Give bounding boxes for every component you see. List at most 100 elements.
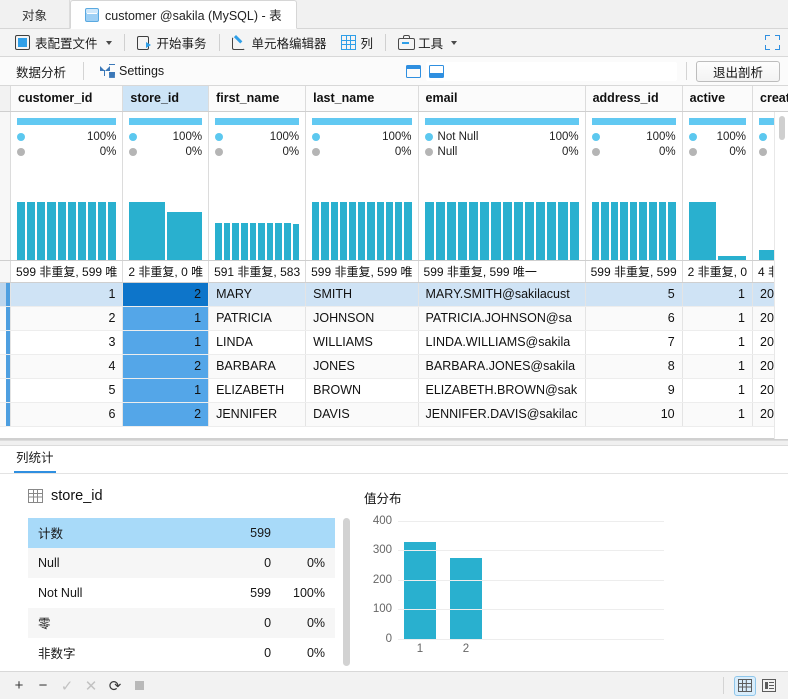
panel-top-icon[interactable] (403, 62, 424, 81)
cell-address_id[interactable]: 9 (585, 378, 683, 403)
tab-customer-table[interactable]: customer @sakila (MySQL) - 表 (70, 0, 297, 29)
panel-bottom-icon[interactable] (426, 61, 677, 81)
add-record-button[interactable]: + (8, 676, 30, 696)
column-header-email[interactable]: email (418, 86, 586, 112)
stop-button[interactable] (128, 676, 150, 696)
cell-address_id[interactable]: 5 (585, 282, 683, 307)
cell-customer_id[interactable]: 2 (10, 306, 124, 331)
table-row[interactable]: 12MARYSMITHMARY.SMITH@sakilacust512005-0… (0, 282, 788, 307)
cell-store_id[interactable]: 1 (122, 306, 210, 331)
cell-address_id[interactable]: 7 (585, 330, 683, 355)
row-selector[interactable] (0, 402, 11, 427)
cell-email[interactable]: LINDA.WILLIAMS@sakila (418, 330, 586, 355)
statistics-row[interactable]: Not Null 599 100% (28, 578, 335, 608)
statistics-row[interactable]: 零 0 0% (28, 607, 336, 638)
table-row[interactable]: 31LINDAWILLIAMSLINDA.WILLIAMS@sakila7120… (0, 330, 788, 355)
cell-email[interactable]: MARY.SMITH@sakilacust (418, 282, 586, 307)
cell-active[interactable]: 1 (682, 306, 754, 331)
column-header-first_name[interactable]: first_name (208, 86, 307, 112)
column-header-create_da[interactable]: create_da (752, 86, 788, 112)
statistics-scrollbar[interactable] (343, 517, 351, 668)
row-selector[interactable] (0, 306, 11, 331)
table-profile-button[interactable]: 表配置文件 (8, 32, 119, 54)
exit-profile-button[interactable]: 退出剖析 (696, 60, 781, 82)
apply-change-button[interactable]: ✓ (56, 676, 78, 696)
cell-address_id[interactable]: 8 (585, 354, 683, 379)
cell-store_id[interactable]: 2 (122, 402, 210, 427)
cell-first_name[interactable]: JENNIFER (208, 402, 307, 427)
cell-last_name[interactable]: JOHNSON (305, 306, 419, 331)
cell-store_id[interactable]: 1 (122, 378, 210, 403)
statistics-row[interactable]: 非数字 0 0% (28, 638, 335, 668)
chevron-down-icon[interactable] (105, 40, 112, 45)
statistics-label: 非数字 (38, 647, 76, 661)
row-selector[interactable] (0, 354, 11, 379)
chevron-down-icon[interactable] (451, 40, 458, 45)
grid-vertical-scrollbar[interactable] (774, 112, 788, 439)
cell-first_name[interactable]: MARY (208, 282, 307, 307)
cell-email[interactable]: JENNIFER.DAVIS@sakilac (418, 402, 586, 427)
cell-first_name[interactable]: BARBARA (208, 354, 307, 379)
column-header-customer_id[interactable]: customer_id (10, 86, 124, 112)
column-header-address_id[interactable]: address_id (585, 86, 683, 112)
column-header-active[interactable]: active (682, 86, 754, 112)
column-header-last_name[interactable]: last_name (305, 86, 419, 112)
cell-first_name[interactable]: PATRICIA (208, 306, 307, 331)
cell-last_name[interactable]: BROWN (305, 378, 419, 403)
cell-customer_id[interactable]: 6 (10, 402, 124, 427)
table-row[interactable]: 6 2 JENNIFER DAVIS JENNIFER.DAVIS@sakilac 10 1… (0, 402, 788, 427)
cell-email[interactable]: PATRICIA.JOHNSON@sa (418, 306, 586, 331)
table-row[interactable]: 51ELIZABETHBROWNELIZABETH.BROWN@sak91200… (0, 378, 788, 403)
cell-first_name[interactable]: LINDA (208, 330, 307, 355)
cell-active[interactable]: 1 (682, 282, 754, 307)
tools-button[interactable]: 工具 (391, 32, 464, 54)
table-row[interactable]: 21PATRICIAJOHNSONPATRICIA.JOHNSON@sa6120… (0, 306, 788, 331)
refresh-button[interactable]: ⟳ (104, 676, 126, 696)
cell-active[interactable]: 1 (682, 402, 754, 427)
cell-last_name[interactable]: DAVIS (305, 402, 419, 427)
cell-email[interactable]: BARBARA.JONES@sakila (418, 354, 586, 379)
cell-editor-button[interactable]: 单元格编辑器 (225, 32, 334, 54)
histogram-bar (77, 201, 86, 260)
cancel-change-button[interactable]: ✕ (80, 676, 102, 696)
form-view-button[interactable] (758, 676, 780, 696)
delete-record-button[interactable]: − (32, 676, 54, 696)
statistics-row[interactable]: Null 0 0% (28, 547, 336, 578)
cell-first_name[interactable]: ELIZABETH (208, 378, 307, 403)
settings-button[interactable]: Settings (93, 61, 171, 82)
cell-store_id[interactable]: 2 (122, 354, 210, 379)
grid-view-button[interactable] (734, 675, 756, 696)
tab-column-statistics[interactable]: 列统计 (14, 447, 56, 473)
cell-store_id[interactable]: 2 (122, 282, 210, 307)
grid-select-all-header[interactable] (0, 86, 11, 112)
cell-active[interactable]: 1 (682, 378, 754, 403)
columns-button[interactable]: 列 (334, 32, 381, 54)
cell-customer_id[interactable]: 4 (10, 354, 124, 379)
statistics-row[interactable]: 计数 599 (28, 517, 336, 548)
begin-transaction-button[interactable]: 开始事务 (130, 32, 214, 54)
table-row[interactable]: 42BARBARAJONESBARBARA.JONES@sakila812005… (0, 354, 788, 379)
cell-address_id[interactable]: 6 (585, 306, 683, 331)
row-selector[interactable] (0, 378, 11, 403)
row-selector[interactable] (0, 330, 11, 355)
scrollbar-thumb[interactable] (779, 116, 785, 140)
cell-last_name[interactable]: JONES (305, 354, 419, 379)
cell-last_name[interactable]: SMITH (305, 282, 419, 307)
status-divider (723, 677, 724, 694)
tab-objects[interactable]: 对象 (0, 0, 71, 28)
gridline (398, 609, 664, 610)
column-header-store_id[interactable]: store_id (122, 86, 210, 112)
cell-address_id[interactable]: 10 (585, 402, 683, 427)
fullscreen-icon[interactable] (765, 35, 780, 50)
cell-last_name[interactable]: WILLIAMS (305, 330, 419, 355)
cell-customer_id[interactable]: 1 (10, 282, 124, 307)
cell-active[interactable]: 1 (682, 330, 754, 355)
row-selector[interactable] (0, 282, 11, 307)
cell-store_id[interactable]: 1 (122, 330, 210, 355)
cell-email[interactable]: ELIZABETH.BROWN@sak (418, 378, 586, 403)
profile-toolbar: 数据分析 Settings 退出剖析 (0, 57, 788, 86)
cell-customer_id[interactable]: 5 (10, 378, 124, 403)
cell-customer_id[interactable]: 3 (10, 330, 124, 355)
scrollbar-thumb[interactable] (343, 517, 351, 666)
cell-active[interactable]: 1 (682, 354, 754, 379)
